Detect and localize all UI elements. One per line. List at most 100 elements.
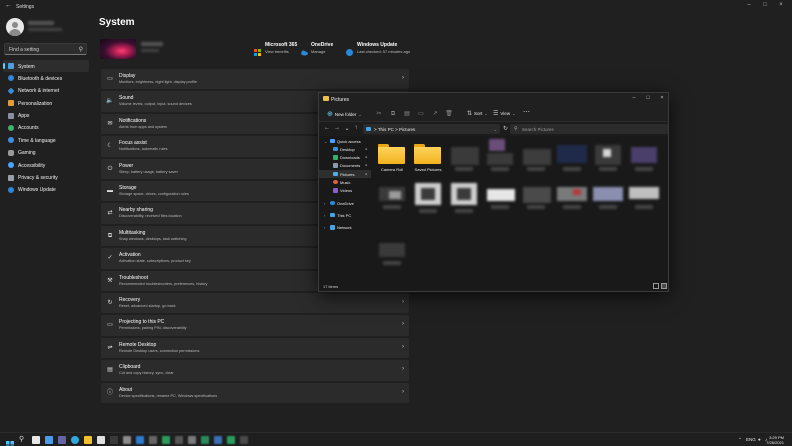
taskbar-app-icon[interactable] bbox=[201, 436, 209, 444]
maximize-button[interactable]: □ bbox=[758, 2, 772, 8]
nav-quick-access[interactable]: ⌄ Quick access bbox=[319, 137, 371, 145]
widgets-icon[interactable] bbox=[45, 436, 53, 444]
sort-button[interactable]: ⇅ Sort ⌄ bbox=[467, 110, 488, 117]
image-thumbnail[interactable] bbox=[591, 139, 625, 179]
nav-documents[interactable]: Documents ● bbox=[319, 162, 371, 170]
image-thumbnail[interactable] bbox=[375, 181, 409, 221]
wallpaper-thumbnail[interactable] bbox=[100, 39, 136, 59]
rename-icon[interactable]: ▭ bbox=[417, 110, 425, 118]
taskbar-app-icon[interactable] bbox=[227, 436, 235, 444]
find-setting-input[interactable]: Find a setting ⚲ bbox=[4, 43, 87, 55]
sidebar-item-windows-update[interactable]: Windows Update bbox=[3, 184, 89, 196]
image-thumbnail[interactable] bbox=[483, 139, 517, 179]
refresh-icon[interactable]: ↻ bbox=[503, 125, 508, 132]
folder-camera-roll[interactable]: Camera Roll bbox=[375, 139, 409, 179]
teams-chat-icon[interactable] bbox=[58, 436, 66, 444]
details-view-icon[interactable] bbox=[653, 283, 659, 289]
image-thumbnail[interactable] bbox=[483, 181, 517, 221]
close-button[interactable]: × bbox=[657, 95, 667, 101]
file-explorer-icon[interactable] bbox=[84, 436, 92, 444]
sidebar-item-gaming[interactable]: Gaming bbox=[3, 147, 89, 159]
image-thumbnail[interactable] bbox=[519, 139, 553, 179]
forward-arrow-icon[interactable]: → bbox=[333, 125, 341, 131]
nav-onedrive[interactable]: › OneDrive bbox=[319, 199, 371, 207]
taskbar-app-icon[interactable] bbox=[162, 436, 170, 444]
chevron-right-icon[interactable]: › bbox=[324, 213, 325, 218]
card-clipboard[interactable]: ▤ Clipboard Cut and copy history, sync, cl… bbox=[101, 360, 409, 381]
sidebar-item-privacy[interactable]: Privacy & security bbox=[3, 172, 89, 184]
nav-videos[interactable]: Videos bbox=[319, 187, 371, 195]
taskbar-app-icon[interactable] bbox=[240, 436, 248, 444]
address-bar[interactable]: > This PC > Pictures ⌄ bbox=[363, 124, 500, 134]
image-thumbnail[interactable] bbox=[519, 181, 553, 221]
card-about[interactable]: ⓘ About Device specifications, rename PC, … bbox=[101, 382, 409, 403]
share-icon[interactable]: ↗ bbox=[431, 110, 439, 118]
minimize-button[interactable]: – bbox=[742, 2, 756, 8]
language-indicator[interactable]: ENG bbox=[746, 437, 756, 442]
breadcrumb-this-pc[interactable]: This PC bbox=[378, 127, 394, 132]
back-arrow-icon[interactable]: ← bbox=[5, 2, 12, 9]
nav-desktop[interactable]: Desktop ● bbox=[319, 145, 371, 153]
close-button[interactable]: × bbox=[774, 2, 788, 8]
nav-network[interactable]: › Network bbox=[319, 224, 371, 232]
large-icons-view-icon[interactable] bbox=[661, 283, 667, 289]
image-thumbnail[interactable] bbox=[627, 139, 661, 179]
image-thumbnail[interactable] bbox=[447, 181, 481, 221]
store-icon[interactable] bbox=[97, 436, 105, 444]
status-link[interactable]: Last checked: 57 minutes ago bbox=[357, 49, 410, 54]
card-projecting[interactable]: ▭ Projecting to this PC Permissions, pairi… bbox=[101, 315, 409, 336]
card-display[interactable]: ▭ Display Monitors, brightness, night ligh… bbox=[101, 69, 409, 90]
nav-pictures[interactable]: Pictures ● bbox=[319, 170, 371, 179]
view-button[interactable]: ☰ View ⌄ bbox=[493, 110, 515, 117]
card-remote-desktop[interactable]: ⇌ Remote Desktop Remote Desktop users, con… bbox=[101, 337, 409, 359]
sidebar-item-bluetooth[interactable]: Bluetooth & devices bbox=[3, 72, 89, 84]
chevron-right-icon[interactable]: › bbox=[324, 201, 325, 206]
nav-this-pc[interactable]: › This PC bbox=[319, 211, 371, 219]
system-clock[interactable]: 3:29 PM 7/26/2021 bbox=[766, 435, 784, 445]
taskbar-app-icon[interactable] bbox=[136, 436, 144, 444]
copy-icon[interactable]: ⧉ bbox=[389, 110, 397, 118]
taskbar-app-icon[interactable] bbox=[110, 436, 118, 444]
minimize-button[interactable]: – bbox=[629, 95, 639, 101]
folder-saved-pictures[interactable]: Saved Pictures bbox=[411, 139, 445, 179]
nav-music[interactable]: Music bbox=[319, 178, 371, 186]
image-thumbnail[interactable] bbox=[447, 139, 481, 179]
taskbar-app-icon[interactable] bbox=[123, 436, 131, 444]
sidebar-item-apps[interactable]: Apps bbox=[3, 110, 89, 122]
taskbar-app-icon[interactable] bbox=[149, 436, 157, 444]
image-thumbnail[interactable] bbox=[627, 181, 661, 221]
chevron-down-icon[interactable]: ⌄ bbox=[494, 127, 497, 132]
sidebar-item-accessibility[interactable]: Accessibility bbox=[3, 159, 89, 171]
breadcrumb-pictures[interactable]: Pictures bbox=[399, 127, 415, 132]
maximize-button[interactable]: □ bbox=[643, 95, 653, 101]
search-icon[interactable]: ⚲ bbox=[19, 436, 27, 444]
taskbar-app-icon[interactable] bbox=[175, 436, 183, 444]
chevron-right-icon[interactable]: › bbox=[324, 225, 325, 230]
image-thumbnail[interactable] bbox=[591, 181, 625, 221]
delete-icon[interactable]: 🗑 bbox=[445, 110, 453, 118]
sidebar-item-network[interactable]: Network & internet bbox=[3, 85, 89, 97]
more-options-icon[interactable]: ⋯ bbox=[523, 108, 530, 116]
nav-downloads[interactable]: Downloads ● bbox=[319, 154, 371, 162]
taskbar-app-icon[interactable] bbox=[188, 436, 196, 444]
status-link[interactable]: Manage bbox=[311, 49, 325, 54]
card-recovery[interactable]: ↻ Recovery Reset, advanced startup, go bac… bbox=[101, 293, 409, 314]
avatar[interactable] bbox=[6, 18, 24, 36]
task-view-icon[interactable] bbox=[32, 436, 40, 444]
up-arrow-icon[interactable]: ↑ bbox=[352, 125, 360, 131]
taskbar-app-icon[interactable] bbox=[214, 436, 222, 444]
image-thumbnail[interactable] bbox=[375, 235, 409, 275]
search-pictures-input[interactable]: ⚲ Search Pictures bbox=[510, 124, 668, 134]
back-arrow-icon[interactable]: ← bbox=[323, 125, 331, 131]
paste-icon[interactable]: ▤ bbox=[403, 110, 411, 118]
sidebar-item-accounts[interactable]: Accounts bbox=[3, 122, 89, 134]
new-folder-button[interactable]: ⊕ New folder ⌄ bbox=[324, 109, 365, 119]
sidebar-item-time-language[interactable]: Time & language bbox=[3, 134, 89, 146]
status-link[interactable]: View benefits bbox=[265, 49, 289, 54]
tray-overflow-icon[interactable]: ⌃ bbox=[738, 437, 742, 443]
start-icon[interactable] bbox=[6, 436, 14, 446]
sidebar-item-system[interactable]: System bbox=[3, 60, 89, 73]
network-icon[interactable]: ● bbox=[758, 437, 761, 442]
image-thumbnail[interactable] bbox=[555, 181, 589, 221]
image-thumbnail[interactable] bbox=[555, 139, 589, 179]
